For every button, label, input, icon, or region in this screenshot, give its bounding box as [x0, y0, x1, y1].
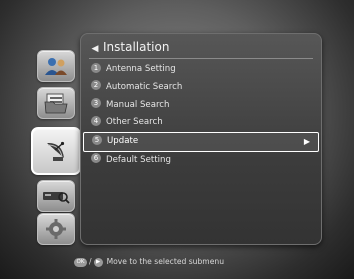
menu-item-automatic-search[interactable]: 2 Automatic Search	[87, 79, 315, 97]
menu-item-label: Default Setting	[106, 154, 171, 165]
sidebar-item-receiver[interactable]	[37, 180, 75, 212]
menu-item-label: Automatic Search	[106, 81, 183, 92]
menu-item-other-search[interactable]: 4 Other Search	[87, 114, 315, 132]
folder-icon	[44, 93, 68, 114]
satellite-dish-icon	[47, 141, 65, 161]
menu-item-default-setting[interactable]: 6 Default Setting	[87, 152, 315, 170]
panel-title: ◀ Installation	[89, 36, 313, 59]
item-number-badge: 3	[91, 98, 101, 109]
menu-item-antenna-setting[interactable]: 1 Antenna Setting	[87, 61, 315, 79]
item-number-badge: 1	[91, 62, 101, 73]
panel-title-text: Installation	[103, 40, 170, 54]
menu-item-update[interactable]: 5 Update ▶	[83, 132, 319, 152]
users-icon	[45, 58, 67, 75]
tv-menu-screen: ◀ Installation 1 Antenna Setting 2 Automati…	[0, 0, 354, 279]
menu-item-manual-search[interactable]: 3 Manual Search	[87, 97, 315, 115]
right-arrow-button-icon: ▶	[93, 257, 103, 267]
menu-item-label: Update	[107, 136, 139, 147]
menu-item-label: Manual Search	[106, 99, 170, 110]
hint-separator: /	[89, 257, 92, 266]
chevron-right-icon: ▶	[303, 137, 310, 147]
item-number-badge: 6	[91, 153, 101, 164]
hint-text: Move to the selected submenu	[106, 257, 225, 266]
item-number-badge: 2	[91, 80, 101, 91]
sidebar-item-installation[interactable]	[31, 127, 81, 175]
help-hint-bar: OK / ▶ Move to the selected submenu	[74, 255, 224, 269]
ok-button-icon: OK	[74, 257, 87, 267]
gear-icon	[46, 219, 66, 239]
item-number-badge: 4	[91, 115, 101, 126]
installation-panel: ◀ Installation 1 Antenna Setting 2 Automati…	[80, 33, 322, 245]
receiver-box-icon	[43, 192, 70, 204]
menu-item-label: Other Search	[106, 117, 163, 128]
sidebar-item-folder[interactable]	[37, 87, 75, 119]
sidebar-item-users[interactable]	[37, 50, 75, 82]
submenu-list: 1 Antenna Setting 2 Automatic Search 3 Manu…	[83, 61, 319, 170]
menu-item-label: Antenna Setting	[106, 64, 176, 74]
back-arrow-icon[interactable]: ◀	[89, 38, 101, 60]
sidebar-item-settings[interactable]	[37, 213, 75, 245]
item-number-badge: 5	[92, 134, 102, 145]
